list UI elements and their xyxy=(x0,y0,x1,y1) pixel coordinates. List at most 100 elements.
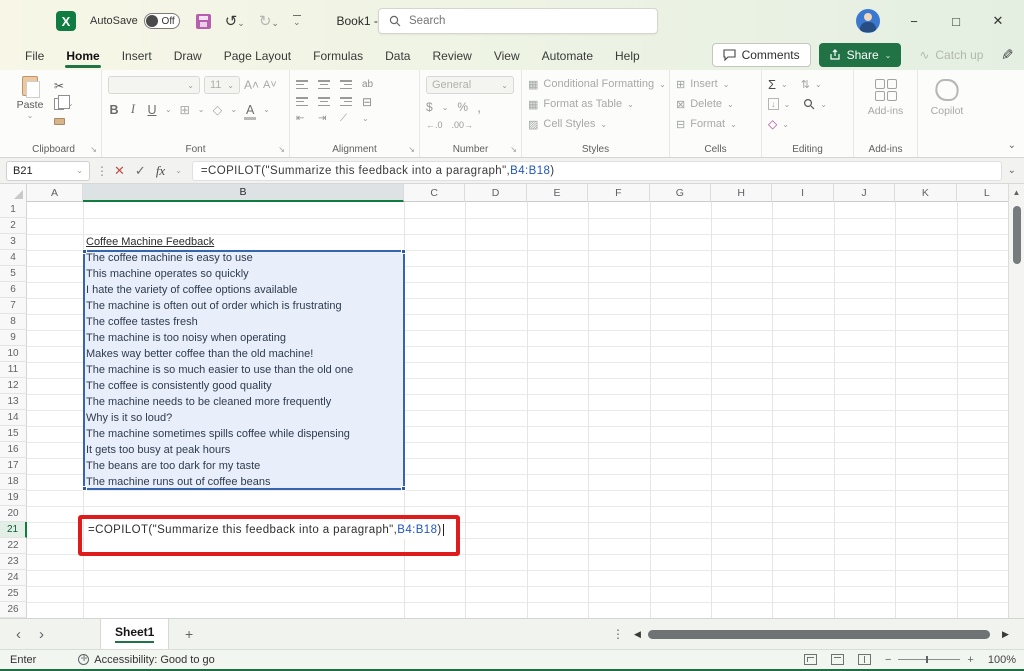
cell-b10[interactable]: Makes way better coffee than the old mac… xyxy=(86,346,313,362)
maximize-button[interactable]: □ xyxy=(948,14,964,29)
normal-view-icon[interactable] xyxy=(804,654,817,665)
styles-item-format-as-table[interactable]: ▦Format as Table⌄ xyxy=(528,96,663,112)
copilot-button[interactable]: Copilot xyxy=(924,76,970,117)
clear-eraser-icon[interactable]: ◇ xyxy=(768,117,777,131)
search-box[interactable] xyxy=(378,8,658,34)
scroll-up-icon[interactable]: ▲ xyxy=(1009,188,1024,197)
autosum-icon[interactable]: Σ xyxy=(768,77,776,92)
row-header-15[interactable]: 15 xyxy=(0,426,27,442)
tab-formulas[interactable]: Formulas xyxy=(302,44,374,68)
font-size-select[interactable]: 11⌄ xyxy=(204,76,240,94)
page-break-view-icon[interactable] xyxy=(858,654,871,665)
row-header-8[interactable]: 8 xyxy=(0,314,27,330)
customize-toolbar-icon[interactable]: ⌄ xyxy=(293,15,301,28)
zoom-slider[interactable] xyxy=(898,659,960,660)
cell-b3-title[interactable]: Coffee Machine Feedback xyxy=(86,234,214,250)
insert-function-button[interactable]: fx xyxy=(156,163,165,179)
cell-b9[interactable]: The machine is too noisy when operating xyxy=(86,330,286,346)
page-layout-view-icon[interactable] xyxy=(831,654,844,665)
column-header-g[interactable]: G xyxy=(650,184,711,202)
align-bottom-icon[interactable] xyxy=(340,80,352,89)
cell-b5[interactable]: This machine operates so quickly xyxy=(86,266,249,282)
row-header-16[interactable]: 16 xyxy=(0,442,27,458)
horizontal-scrollbar[interactable] xyxy=(648,630,996,639)
row-header-4[interactable]: 4 xyxy=(0,250,27,266)
clipboard-dialog-launcher[interactable]: ↘ xyxy=(90,145,97,154)
cells-item-delete[interactable]: ⊠Delete⌄ xyxy=(676,96,755,112)
font-name-select[interactable]: ⌄ xyxy=(108,76,200,94)
find-select-icon[interactable] xyxy=(803,98,815,110)
column-header-j[interactable]: J xyxy=(834,184,895,202)
font-color-button[interactable]: A xyxy=(244,103,256,117)
scroll-left-icon[interactable]: ◀ xyxy=(634,629,641,640)
column-header-h[interactable]: H xyxy=(711,184,772,202)
search-input[interactable] xyxy=(409,15,609,27)
tab-file[interactable]: File xyxy=(14,44,55,68)
tab-automate[interactable]: Automate xyxy=(531,44,604,68)
column-header-k[interactable]: K xyxy=(895,184,956,202)
minimize-button[interactable]: − xyxy=(906,14,922,29)
scrollbar-options-icon[interactable]: ⋮ xyxy=(612,627,624,641)
cell-b11[interactable]: The machine is so much easier to use tha… xyxy=(86,362,353,378)
row-header-1[interactable]: 1 xyxy=(0,202,27,218)
cell-b18[interactable]: The machine runs out of coffee beans xyxy=(86,474,270,490)
row-header-25[interactable]: 25 xyxy=(0,586,27,602)
vertical-scrollbar[interactable]: ▲ xyxy=(1008,184,1024,618)
comments-button[interactable]: Comments xyxy=(712,43,811,67)
column-header-b[interactable]: B xyxy=(83,184,404,202)
next-sheet-icon[interactable]: › xyxy=(39,626,44,643)
tab-data[interactable]: Data xyxy=(374,44,421,68)
formula-input[interactable]: =COPILOT("Summarize this feedback into a… xyxy=(192,161,1002,181)
shrink-font-button[interactable]: A˅ xyxy=(263,79,277,91)
addins-button[interactable]: Add-ins xyxy=(860,76,911,117)
cell-b14[interactable]: Why is it so loud? xyxy=(86,410,172,426)
row-header-9[interactable]: 9 xyxy=(0,330,27,346)
cell-b17[interactable]: The beans are too dark for my taste xyxy=(86,458,260,474)
alignment-dialog-launcher[interactable]: ↘ xyxy=(408,145,415,154)
row-header-21[interactable]: 21 xyxy=(0,522,27,538)
fill-down-icon[interactable]: ↓ xyxy=(768,98,779,110)
fill-handle-icon[interactable] xyxy=(401,486,406,491)
column-header-a[interactable]: A xyxy=(27,184,83,202)
cells-item-insert[interactable]: ⊞Insert⌄ xyxy=(676,76,755,92)
merge-center-icon[interactable]: ⊟ xyxy=(362,95,384,109)
wrap-text-icon[interactable]: ab xyxy=(362,79,384,90)
tab-page-layout[interactable]: Page Layout xyxy=(213,44,302,68)
column-header-i[interactable]: I xyxy=(772,184,833,202)
row-header-10[interactable]: 10 xyxy=(0,346,27,362)
row-header-26[interactable]: 26 xyxy=(0,602,27,618)
grow-font-button[interactable]: A˄ xyxy=(244,78,259,92)
styles-item-cell-styles[interactable]: ▨Cell Styles⌄ xyxy=(528,116,663,132)
row-header-24[interactable]: 24 xyxy=(0,570,27,586)
format-painter-icon[interactable] xyxy=(54,118,65,125)
row-header-17[interactable]: 17 xyxy=(0,458,27,474)
borders-button[interactable]: ⊞ xyxy=(179,102,191,117)
cut-icon[interactable]: ✂ xyxy=(54,79,64,93)
row-header-12[interactable]: 12 xyxy=(0,378,27,394)
row-header-5[interactable]: 5 xyxy=(0,266,27,282)
align-right-icon[interactable] xyxy=(340,97,352,106)
user-avatar[interactable] xyxy=(856,9,880,33)
expand-formula-bar-icon[interactable]: ⌄ xyxy=(1008,165,1016,176)
collapse-ribbon-icon[interactable]: ⌄ xyxy=(1008,140,1016,151)
fill-color-button[interactable]: ◇ xyxy=(211,102,223,117)
cell-b12[interactable]: The coffee is consistently good quality xyxy=(86,378,272,394)
add-sheet-button[interactable]: + xyxy=(185,626,193,642)
increase-indent-icon[interactable]: ⇥ xyxy=(318,113,340,124)
tab-draw[interactable]: Draw xyxy=(163,44,213,68)
close-button[interactable]: ✕ xyxy=(990,13,1006,29)
row-header-7[interactable]: 7 xyxy=(0,298,27,314)
row-header-11[interactable]: 11 xyxy=(0,362,27,378)
font-dialog-launcher[interactable]: ↘ xyxy=(278,145,285,154)
number-format-select[interactable]: General⌄ xyxy=(426,76,514,94)
zoom-slider-thumb[interactable] xyxy=(926,656,928,663)
catch-up-button[interactable]: ∿ Catch up xyxy=(909,43,993,67)
row-header-6[interactable]: 6 xyxy=(0,282,27,298)
selection-handle-icon[interactable] xyxy=(401,249,406,254)
row-header-2[interactable]: 2 xyxy=(0,218,27,234)
currency-icon[interactable]: $ xyxy=(426,100,433,114)
align-center-icon[interactable] xyxy=(318,97,330,106)
cell-b6[interactable]: I hate the variety of coffee options ava… xyxy=(86,282,297,298)
zoom-out-icon[interactable]: − xyxy=(885,654,891,666)
cells-item-format[interactable]: ⊟Format⌄ xyxy=(676,116,755,132)
